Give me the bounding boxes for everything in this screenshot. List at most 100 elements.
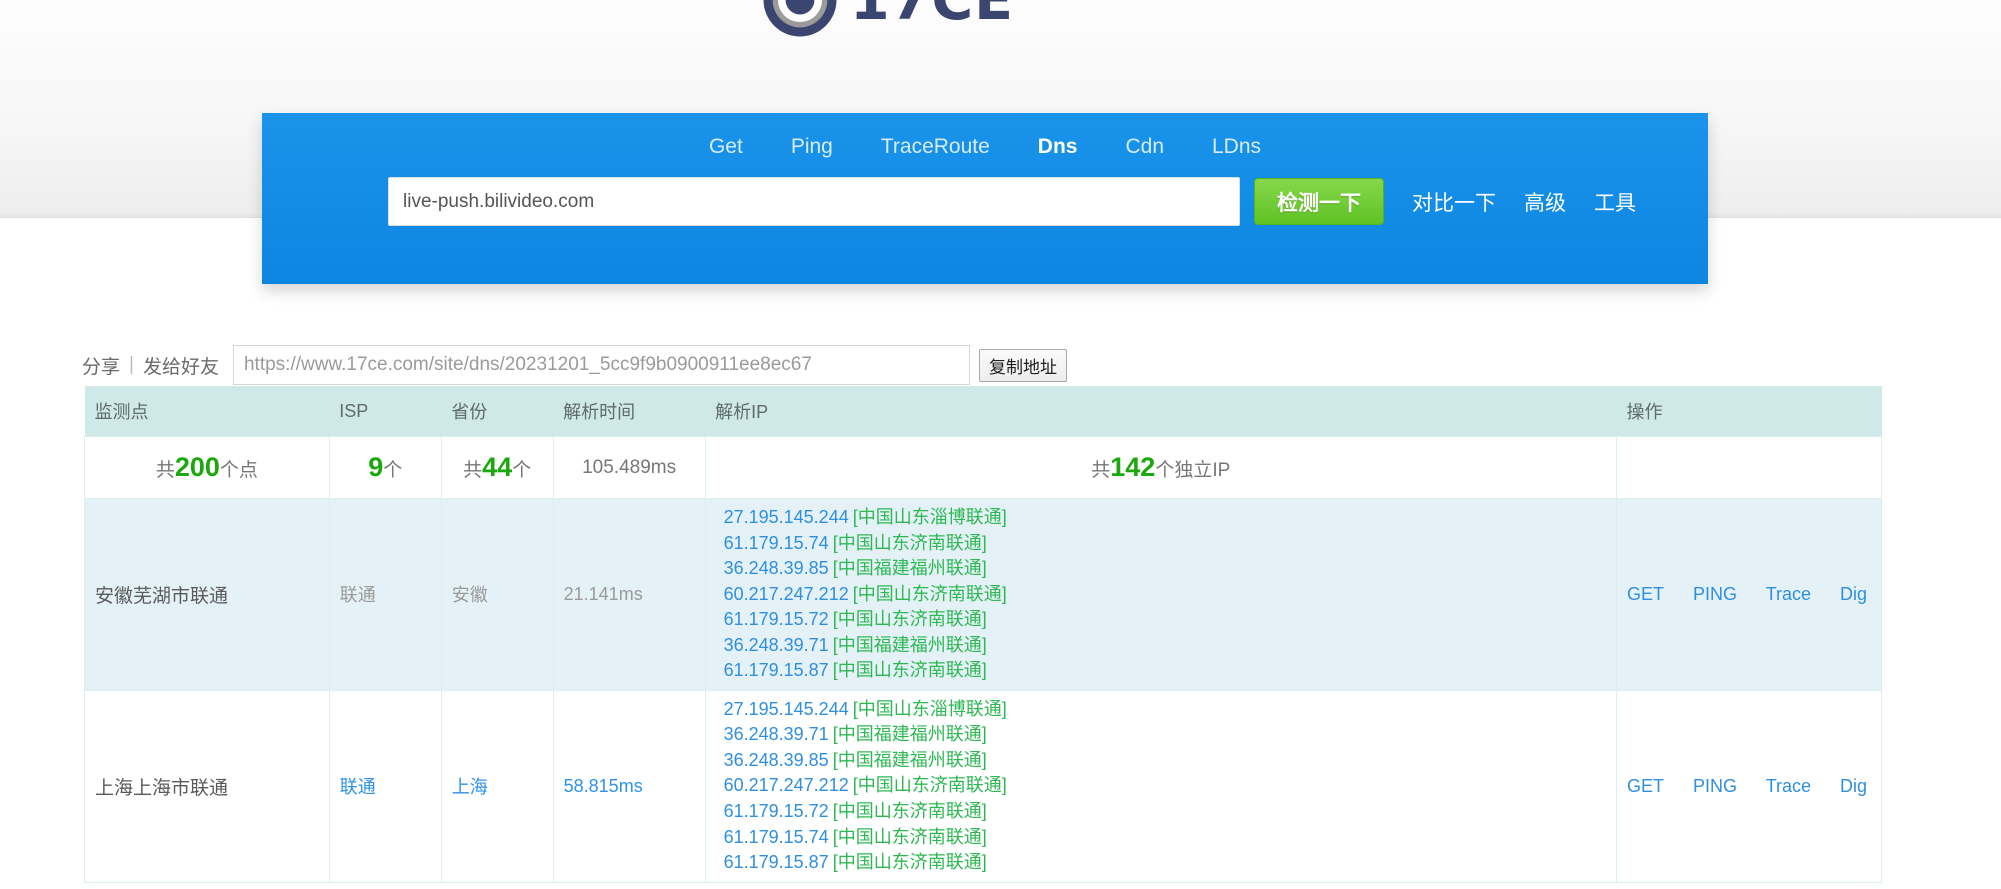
row-isp: 联通	[328, 498, 442, 691]
compare-link[interactable]: 对比一下	[1412, 187, 1496, 217]
share-label: 分享	[82, 356, 121, 378]
row-actions: GET PING Trace Dig	[1615, 498, 1883, 691]
col-resolve-ip: 解析IP	[705, 386, 1617, 437]
summary-province: 共44个	[440, 436, 554, 499]
ip-entry: 36.248.39.85 [中国福建福州联通]	[724, 748, 1606, 774]
col-resolve-time: 解析时间	[553, 386, 706, 437]
logo-text: 17CE	[850, 0, 1014, 29]
copy-address-button[interactable]: 复制地址	[978, 348, 1067, 382]
row-province: 安徽	[440, 498, 554, 691]
ip-entry: 36.248.39.71 [中国福建福州联通]	[724, 633, 1606, 659]
table-body: 共200个点 9个 共44个 105.489ms 共142个独立IP 安徽芜湖市…	[84, 436, 1883, 883]
action-dig[interactable]: Dig	[1840, 584, 1867, 604]
ip-address[interactable]: 36.248.39.71	[724, 635, 829, 655]
ip-location: [中国山东济南联通]	[852, 583, 1007, 604]
search-panel: Get Ping TraceRoute Dns Cdn LDns 检测一下 对比…	[262, 113, 1708, 284]
summary-ip-prefix: 共	[1091, 460, 1111, 481]
site-logo[interactable]: 17CE	[762, 0, 1014, 38]
summary-ip-count: 142	[1110, 452, 1156, 482]
ip-address[interactable]: 36.248.39.71	[724, 724, 829, 744]
ip-address[interactable]: 36.248.39.85	[724, 558, 829, 578]
tab-ldns[interactable]: LDns	[1208, 133, 1265, 161]
ip-address[interactable]: 27.195.145.244	[724, 507, 849, 527]
action-ping[interactable]: PING	[1693, 776, 1737, 796]
ip-location: [中国山东济南联通]	[832, 852, 987, 873]
ip-entry: 27.195.145.244 [中国山东淄博联通]	[724, 505, 1606, 531]
summary-prov-prefix: 共	[463, 460, 483, 481]
ip-address[interactable]: 61.179.15.72	[724, 801, 829, 821]
ip-address[interactable]: 36.248.39.85	[724, 750, 829, 770]
tools-link[interactable]: 工具	[1594, 187, 1636, 217]
share-row: 分享 | 发给好友 https://www.17ce.com/site/dns/…	[82, 345, 1067, 385]
summary-prov-count: 44	[482, 452, 513, 482]
tab-traceroute[interactable]: TraceRoute	[877, 133, 994, 161]
ip-entry: 60.217.247.212 [中国山东济南联通]	[724, 773, 1606, 799]
row-ip-list: 27.195.145.244 [中国山东淄博联通] 36.248.39.71 [中国…	[704, 689, 1617, 883]
ip-location: [中国福建福州联通]	[832, 558, 987, 579]
summary-avg-time: 105.489ms	[552, 436, 706, 499]
col-actions: 操作	[1616, 386, 1882, 437]
ip-location: [中国福建福州联通]	[832, 724, 987, 745]
row-isp[interactable]: 联通	[328, 689, 442, 883]
ip-address[interactable]: 61.179.15.72	[724, 609, 829, 629]
action-trace[interactable]: Trace	[1766, 584, 1811, 604]
table-header-row: 监测点 ISP 省份 解析时间 解析IP 操作	[84, 386, 1882, 437]
summary-points: 共200个点	[84, 436, 330, 499]
row-resolve-time[interactable]: 58.815ms	[552, 689, 706, 883]
ip-address[interactable]: 61.179.15.74	[724, 533, 829, 553]
search-row: 检测一下 对比一下 高级 工具	[262, 161, 1708, 226]
table-row: 上海上海市联通 联通 上海 58.815ms 27.195.145.244 [中国…	[84, 689, 1883, 883]
summary-ip-suffix: 个独立IP	[1155, 460, 1231, 481]
summary-points-prefix: 共	[155, 460, 175, 481]
summary-unique-ip: 共142个独立IP	[704, 436, 1617, 499]
ip-address[interactable]: 61.179.15.87	[724, 852, 829, 872]
ip-address[interactable]: 60.217.247.212	[724, 775, 849, 795]
ip-address[interactable]: 61.179.15.87	[724, 660, 829, 680]
submit-test-button[interactable]: 检测一下	[1254, 178, 1384, 225]
ip-location: [中国山东济南联通]	[832, 660, 987, 681]
ip-entry: 61.179.15.74 [中国山东济南联通]	[724, 531, 1606, 557]
summary-isp: 9个	[328, 436, 442, 499]
ip-entry: 61.179.15.87 [中国山东济南联通]	[724, 658, 1606, 684]
ip-entry: 61.179.15.74 [中国山东济南联通]	[724, 825, 1606, 851]
ip-address[interactable]: 60.217.247.212	[724, 584, 849, 604]
summary-actions-empty	[1615, 436, 1883, 499]
ip-location: [中国山东济南联通]	[832, 801, 987, 822]
ip-address[interactable]: 61.179.15.74	[724, 827, 829, 847]
ip-entry: 61.179.15.72 [中国山东济南联通]	[724, 799, 1606, 825]
action-trace[interactable]: Trace	[1766, 776, 1811, 796]
row-resolve-time: 21.141ms	[552, 498, 706, 691]
search-input[interactable]	[388, 177, 1240, 226]
ip-location: [中国山东济南联通]	[832, 609, 987, 630]
summary-isp-count: 9	[368, 452, 384, 482]
action-get[interactable]: GET	[1627, 776, 1664, 796]
ip-location: [中国山东济南联通]	[852, 775, 1007, 796]
row-ip-list: 27.195.145.244 [中国山东淄博联通] 61.179.15.74 [中国…	[704, 498, 1617, 691]
col-monitor-point: 监测点	[84, 386, 330, 437]
ip-location: [中国山东济南联通]	[832, 532, 987, 553]
nav-tabs: Get Ping TraceRoute Dns Cdn LDns	[262, 113, 1708, 161]
tab-dns[interactable]: Dns	[1034, 133, 1082, 161]
ip-entry: 36.248.39.71 [中国福建福州联通]	[724, 722, 1606, 748]
table-head: 监测点 ISP 省份 解析时间 解析IP 操作	[84, 386, 1882, 437]
summary-points-count: 200	[174, 452, 220, 482]
tab-ping[interactable]: Ping	[787, 133, 837, 161]
send-to-friend-link[interactable]: 发给好友	[143, 352, 219, 379]
row-monitor-point: 上海上海市联通	[84, 689, 330, 883]
action-ping[interactable]: PING	[1693, 584, 1737, 604]
ip-entry: 27.195.145.244 [中国山东淄博联通]	[724, 697, 1606, 723]
action-get[interactable]: GET	[1627, 584, 1664, 604]
tab-get[interactable]: Get	[705, 133, 747, 161]
advanced-link[interactable]: 高级	[1524, 187, 1566, 217]
summary-prov-suffix: 个	[512, 460, 532, 481]
row-province[interactable]: 上海	[440, 689, 554, 883]
ip-address[interactable]: 27.195.145.244	[724, 699, 849, 719]
ip-entry: 61.179.15.87 [中国山东济南联通]	[724, 850, 1606, 876]
col-province: 省份	[441, 386, 554, 437]
share-url-field[interactable]: https://www.17ce.com/site/dns/20231201_5…	[232, 345, 970, 385]
ip-location: [中国福建福州联通]	[832, 634, 987, 655]
ip-location: [中国山东淄博联通]	[852, 507, 1007, 527]
tab-cdn[interactable]: Cdn	[1121, 133, 1168, 161]
action-dig[interactable]: Dig	[1840, 776, 1867, 796]
summary-row: 共200个点 9个 共44个 105.489ms 共142个独立IP	[84, 436, 1883, 499]
